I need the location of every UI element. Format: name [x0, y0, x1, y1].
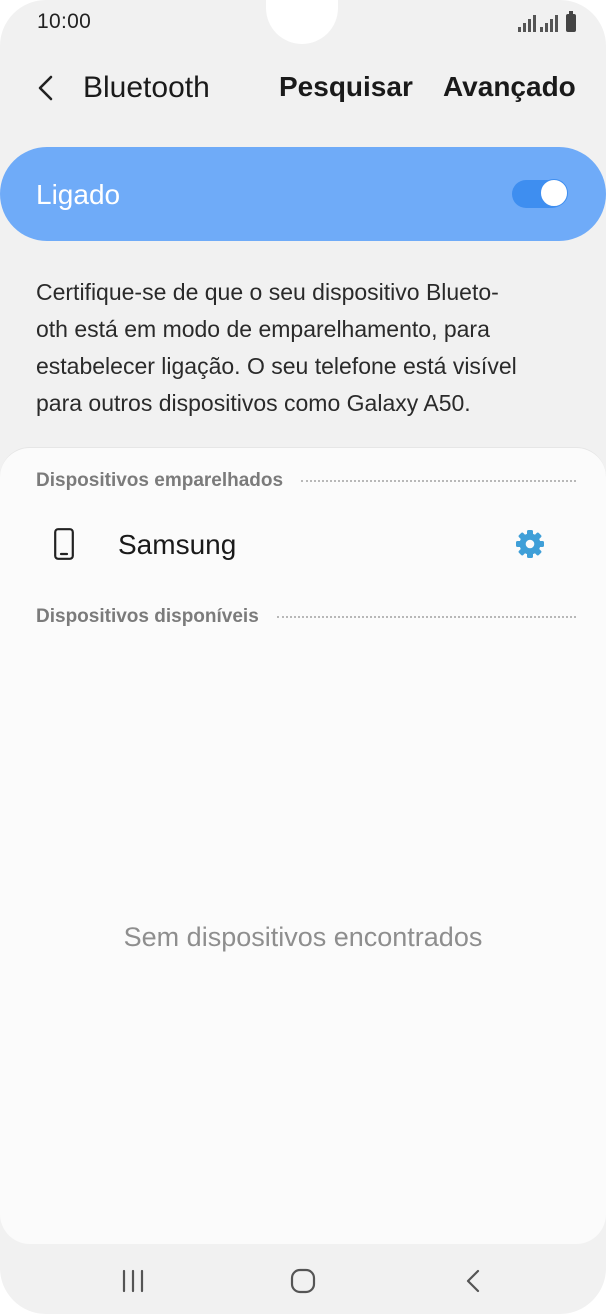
search-button[interactable]: Pesquisar — [279, 71, 413, 103]
phone-screen: 10:00 Bluetooth Pesquisar Avançado Ligad… — [0, 0, 606, 1314]
page-title: Bluetooth — [83, 71, 210, 104]
master-switch-label: Ligado — [36, 179, 121, 210]
section-divider — [276, 616, 576, 618]
smartphone-icon — [54, 528, 74, 560]
paired-devices-header: Dispositivos emparelhados — [36, 466, 576, 496]
available-devices-header: Dispositivos disponíveis — [36, 602, 576, 632]
devices-card: Dispositivos emparelhados Samsung Dispos… — [0, 447, 606, 1244]
no-devices-message: Sem dispositivos encontrados — [123, 922, 483, 952]
status-time: 10:00 — [37, 10, 92, 33]
back-icon[interactable] — [459, 1266, 489, 1296]
signal-icon — [518, 14, 536, 32]
device-name: Samsung — [118, 529, 237, 560]
available-devices-title: Dispositivos disponíveis — [36, 606, 259, 627]
pairing-description: Certifique-se de que o seu dispositivo B… — [36, 274, 576, 422]
description-line: Certifique-se de que o seu dispositivo B… — [36, 279, 499, 305]
recents-icon[interactable] — [119, 1266, 149, 1296]
battery-icon — [566, 11, 576, 32]
section-divider — [301, 480, 576, 482]
paired-device-row[interactable]: Samsung — [0, 514, 606, 576]
home-icon[interactable] — [288, 1266, 318, 1296]
advanced-button[interactable]: Avançado — [443, 71, 576, 103]
paired-devices-title: Dispositivos emparelhados — [36, 470, 284, 491]
toggle-knob — [540, 179, 568, 207]
bluetooth-master-switch[interactable]: Ligado — [0, 147, 606, 241]
navigation-bar — [0, 1246, 606, 1314]
description-line: oth está em modo de emparelhamento, para — [36, 316, 490, 342]
chevron-left-icon[interactable] — [34, 73, 58, 103]
description-line: para outros dispositivos como Galaxy A50… — [36, 390, 471, 416]
gear-icon[interactable] — [514, 528, 546, 560]
status-icons — [518, 11, 576, 32]
description-line: estabelecer ligação. O seu telefone está… — [36, 353, 517, 379]
signal-icon — [540, 14, 558, 32]
bluetooth-toggle[interactable] — [512, 179, 568, 208]
status-bar: 10:00 — [0, 0, 606, 48]
camera-notch — [266, 0, 338, 44]
app-header: Bluetooth Pesquisar Avançado — [0, 58, 606, 120]
